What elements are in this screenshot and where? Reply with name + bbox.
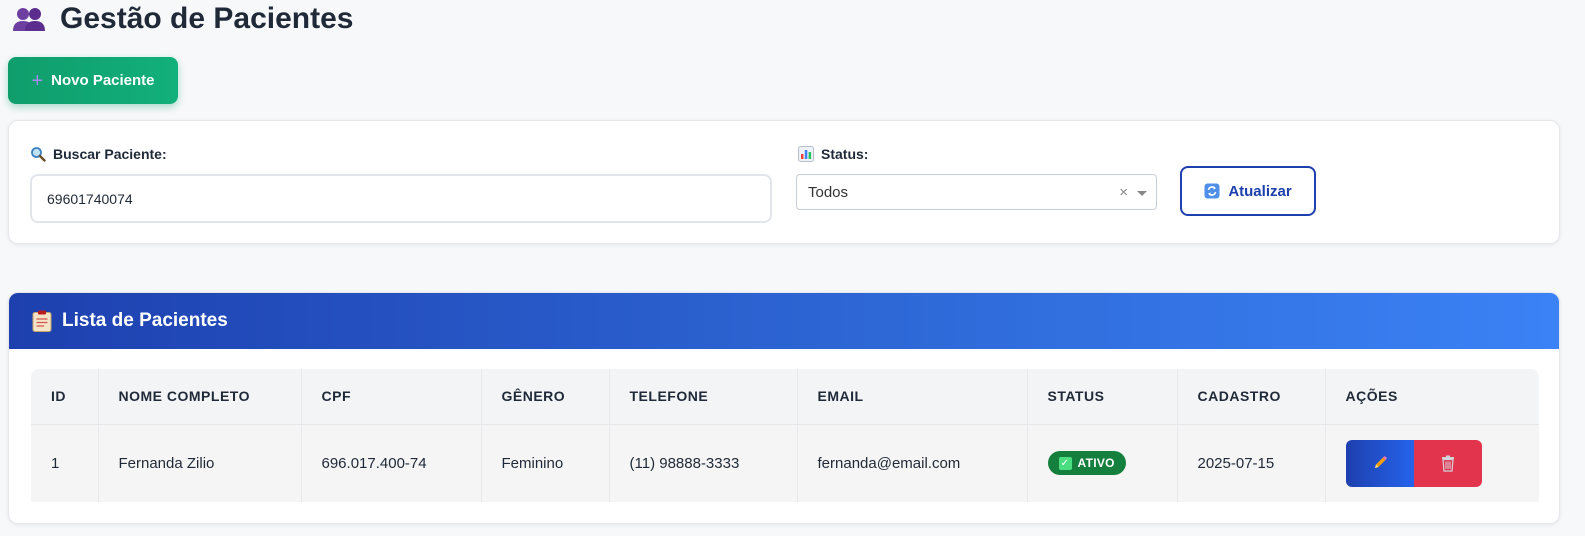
- cell-gender: Feminino: [481, 423, 610, 502]
- column-header-email[interactable]: EMAIL: [797, 369, 1028, 424]
- row-actions: [1345, 439, 1540, 487]
- status-badge-text: ATIVO: [1077, 456, 1115, 471]
- check-icon: ✓: [1058, 456, 1072, 470]
- edit-button[interactable]: [1345, 439, 1414, 487]
- status-badge: ✓ ATIVO: [1047, 451, 1126, 476]
- cell-phone: (11) 98888-3333: [609, 423, 798, 502]
- page-title: Gestão de Pacientes: [60, 2, 354, 35]
- people-icon: [13, 8, 45, 31]
- plus-icon: +: [31, 69, 44, 92]
- clear-icon[interactable]: ×: [1119, 184, 1128, 201]
- delete-button[interactable]: [1413, 439, 1482, 487]
- list-title: Lista de Pacientes: [62, 310, 228, 331]
- search-label-text: Buscar Paciente:: [53, 146, 167, 162]
- status-select-value: Todos: [808, 183, 849, 201]
- cell-created: 2025-07-15: [1177, 423, 1326, 502]
- column-header-cpf[interactable]: CPF: [301, 369, 482, 424]
- status-select[interactable]: Todos ×: [796, 174, 1157, 210]
- bar-chart-icon: [798, 146, 814, 162]
- column-header-gender[interactable]: GÊNERO: [481, 369, 610, 424]
- cell-id: 1: [31, 423, 99, 502]
- column-header-created[interactable]: CADASTRO: [1177, 369, 1326, 424]
- trash-icon: [1441, 455, 1454, 472]
- filter-card: Buscar Paciente: Status: Todos × Atualiz…: [8, 120, 1560, 244]
- search-input[interactable]: [30, 174, 772, 223]
- magnifier-icon: [31, 147, 46, 162]
- table-row[interactable]: 1 Fernanda Zilio 696.017.400-74 Feminino…: [31, 423, 1540, 502]
- refresh-button[interactable]: Atualizar: [1180, 166, 1316, 216]
- new-patient-label: Novo Paciente: [51, 72, 155, 89]
- cell-actions: [1325, 423, 1540, 502]
- column-header-name[interactable]: NOME COMPLETO: [98, 369, 302, 424]
- column-header-status[interactable]: STATUS: [1027, 369, 1178, 424]
- patients-list-card: Lista de Pacientes ID NOME COMPLETO CPF …: [8, 292, 1560, 524]
- column-header-id[interactable]: ID: [31, 369, 99, 424]
- table-header-row: ID NOME COMPLETO CPF GÊNERO TELEFONE EMA…: [31, 369, 1539, 424]
- clipboard-icon: [32, 310, 52, 332]
- cell-name: Fernanda Zilio: [98, 423, 302, 502]
- search-label: Buscar Paciente:: [30, 146, 167, 162]
- status-label-text: Status:: [821, 146, 869, 162]
- refresh-label: Atualizar: [1228, 182, 1292, 200]
- pencil-icon: [1374, 456, 1387, 469]
- chevron-down-icon[interactable]: [1137, 191, 1147, 196]
- list-header: Lista de Pacientes: [9, 293, 1559, 349]
- column-header-actions: AÇÕES: [1325, 369, 1539, 424]
- cell-email: fernanda@email.com: [797, 423, 1028, 502]
- refresh-icon: [1204, 183, 1220, 199]
- cell-cpf: 696.017.400-74: [301, 423, 482, 502]
- new-patient-button[interactable]: + Novo Paciente: [8, 57, 178, 104]
- status-label: Status:: [798, 146, 868, 162]
- patients-table: ID NOME COMPLETO CPF GÊNERO TELEFONE EMA…: [31, 369, 1539, 502]
- column-header-phone[interactable]: TELEFONE: [609, 369, 798, 424]
- cell-status: ✓ ATIVO: [1027, 423, 1178, 502]
- page-header: Gestão de Pacientes: [12, 2, 353, 36]
